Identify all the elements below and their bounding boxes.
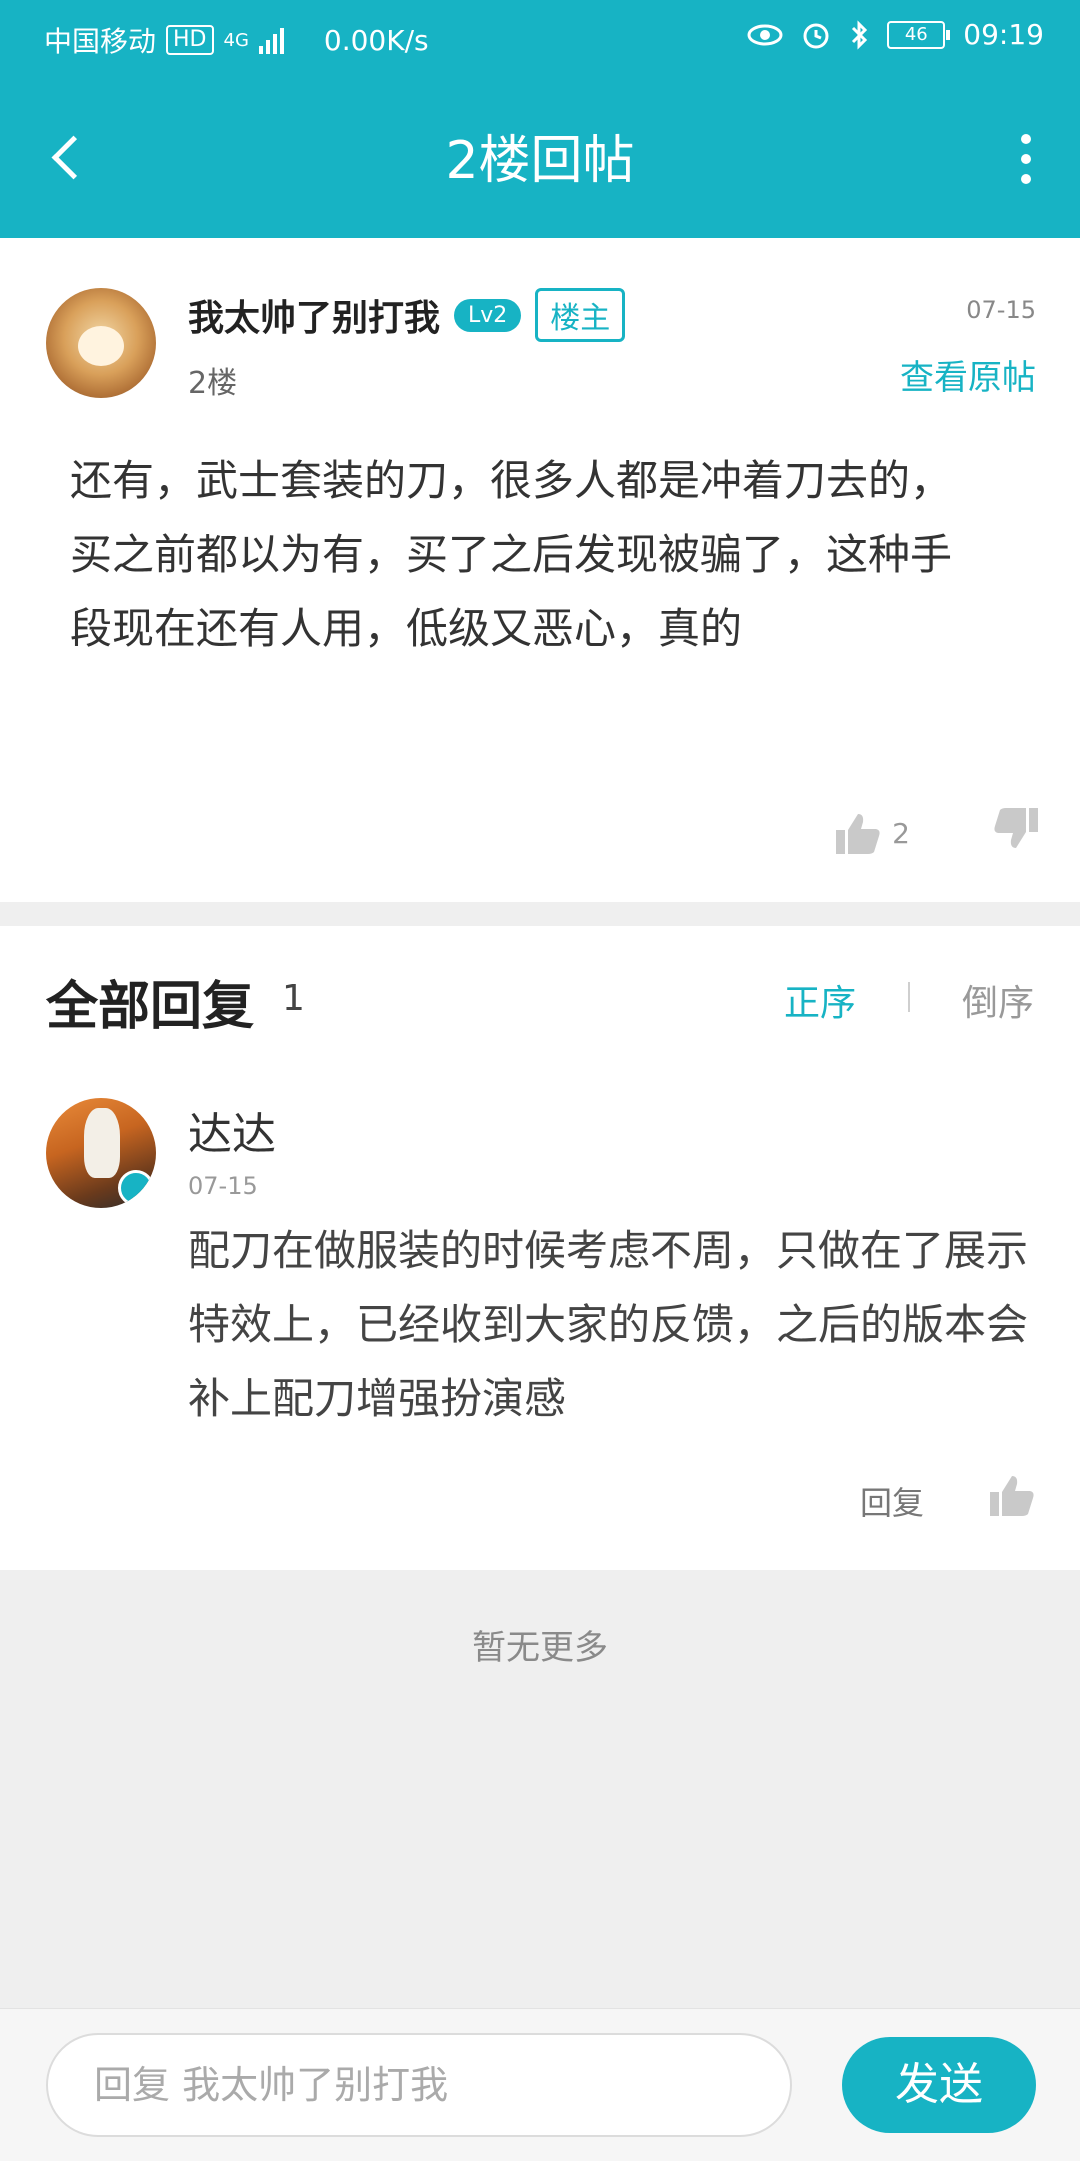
clock: 09:19: [963, 18, 1044, 51]
bluetooth-icon: [849, 19, 869, 50]
network-label: 4G: [223, 29, 249, 51]
carrier-label: 中国移动: [44, 25, 157, 58]
reply-count: 1: [282, 978, 305, 1019]
like-count: 2: [892, 816, 910, 850]
top-bar: 中国移动 HD 4G 0.00K/s 46 09:19 2楼回帖: [0, 0, 1080, 238]
post-author: 我太帅了别打我 Lv2 楼主: [188, 288, 626, 342]
post-date: 07-15: [966, 296, 1036, 324]
page-title: 2楼回帖: [445, 131, 635, 191]
avatar[interactable]: [46, 288, 156, 398]
thumb-up-icon: [834, 810, 882, 856]
hd-badge: HD: [166, 25, 214, 55]
reply-bar: 回复 我太帅了别打我 发送: [0, 2008, 1080, 2161]
no-more-label: 暂无更多: [472, 1628, 608, 1668]
reply-date: 07-15: [188, 1172, 258, 1200]
reply-content: 配刀在做服装的时候考虑不周，只做在了展示特效上，已经收到大家的反馈，之后的版本会…: [188, 1226, 1029, 1423]
avatar[interactable]: [46, 1098, 156, 1208]
view-original-link[interactable]: 查看原帖: [900, 350, 1036, 399]
replies-header: 全部回复 1 正序 倒序: [0, 926, 1080, 1064]
sort-divider: [908, 982, 910, 1012]
list-item: 达达 07-15 配刀在做服装的时候考虑不周，只做在了展示特效上，已经收到大家的…: [0, 1062, 1080, 1570]
reply-author[interactable]: 达达: [188, 1098, 276, 1162]
author-name[interactable]: 我太帅了别打我: [188, 289, 440, 341]
thumb-up-icon[interactable]: [988, 1472, 1036, 1518]
floor-label: 2楼: [188, 366, 238, 401]
eye-icon: [747, 23, 783, 47]
send-button[interactable]: 发送: [842, 2037, 1036, 2133]
more-menu-icon[interactable]: [1016, 134, 1036, 188]
sort-descending-tab[interactable]: 倒序: [962, 974, 1034, 1026]
alarm-icon: [801, 20, 831, 50]
battery-icon: 46: [887, 20, 951, 49]
sort-ascending-tab[interactable]: 正序: [784, 974, 856, 1026]
post-content: 还有，武士套装的刀，很多人都是冲着刀去的，买之前都以为有，买了之后发现被骗了，这…: [70, 456, 953, 653]
verified-icon: [118, 1170, 154, 1206]
all-replies-label: 全部回复: [46, 977, 255, 1037]
net-speed: 0.00K/s: [323, 23, 429, 57]
signal-icon: [258, 26, 284, 54]
status-bar: 中国移动 HD 4G 0.00K/s 46 09:19: [0, 0, 1080, 76]
reply-button[interactable]: 回复: [860, 1478, 924, 1524]
reply-input[interactable]: 回复 我太帅了别打我: [46, 2033, 792, 2137]
post-card: 我太帅了别打我 Lv2 楼主 2楼 07-15 查看原帖 还有，武士套装的刀，很…: [0, 238, 1080, 902]
op-badge: 楼主: [535, 288, 626, 342]
title-bar: 2楼回帖: [0, 76, 1080, 238]
level-badge: Lv2: [454, 298, 522, 332]
like-button[interactable]: 2: [834, 810, 910, 856]
thumb-down-icon[interactable]: [992, 806, 1040, 852]
